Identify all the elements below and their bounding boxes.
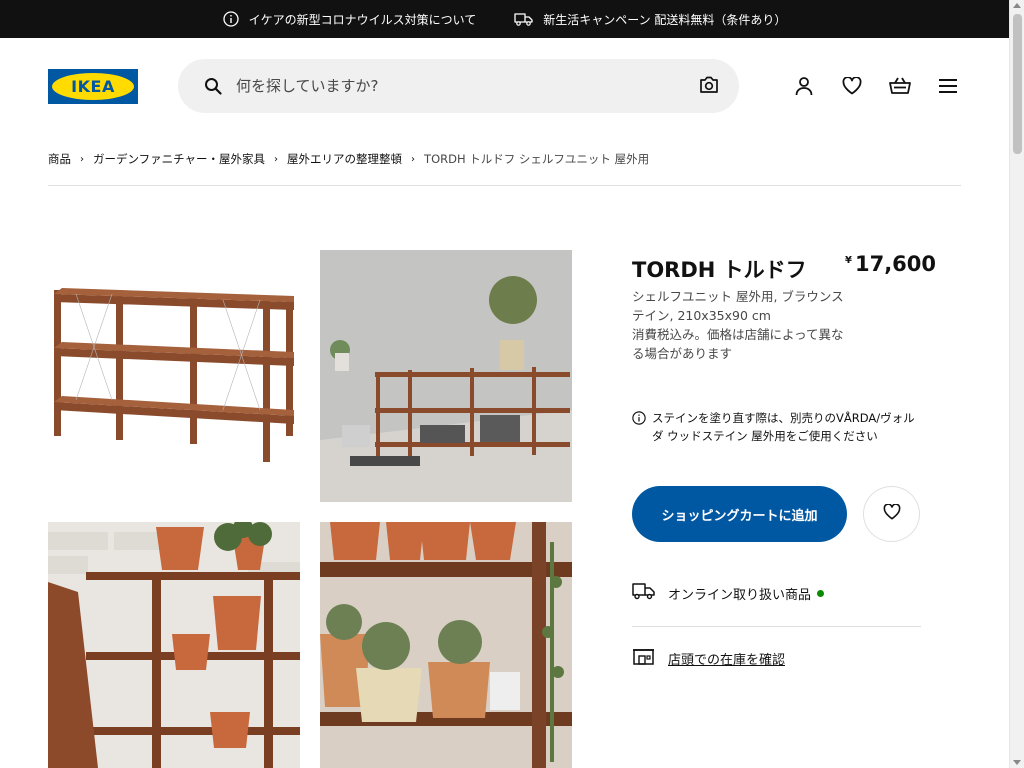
announcement-delivery-text: 新生活キャンペーン 配送料無料（条件あり）: [543, 12, 787, 27]
chevron-right-icon: ›: [80, 153, 84, 165]
ikea-logo[interactable]: IKEA: [48, 69, 138, 104]
scroll-up-arrow[interactable]: [1013, 3, 1021, 8]
price-currency: ¥: [845, 255, 852, 266]
cart-icon[interactable]: [888, 74, 912, 98]
online-availability-text: オンライン取り扱い商品: [668, 587, 812, 603]
announcement-delivery[interactable]: 新生活キャンペーン 配送料無料（条件あり）: [514, 11, 786, 28]
chevron-right-icon: ›: [411, 153, 416, 165]
breadcrumb-item-garden-furniture[interactable]: ガーデンファニチャー・屋外家具: [93, 151, 265, 167]
store-stock-link[interactable]: 店頭での在庫を確認: [668, 649, 785, 668]
scroll-down-arrow[interactable]: [1013, 760, 1021, 765]
breadcrumb-item-outdoor-storage[interactable]: 屋外エリアの整理整頓: [287, 151, 402, 167]
breadcrumb-item-current: TORDH トルドフ シェルフユニット 屋外用: [424, 152, 650, 166]
search-input[interactable]: [236, 73, 676, 99]
breadcrumb: 商品 › ガーデンファニチャー・屋外家具 › 屋外エリアの整理整頓 › TORD…: [48, 151, 649, 167]
scrollbar-thumb[interactable]: [1013, 14, 1022, 154]
page-scrollbar[interactable]: [1009, 0, 1024, 768]
announcement-covid-text: イケアの新型コロナウイルス対策について: [248, 12, 477, 27]
camera-search-icon[interactable]: [699, 76, 719, 98]
heart-icon: [883, 503, 901, 524]
chevron-right-icon: ›: [274, 153, 279, 165]
site-header: IKEA: [48, 58, 960, 114]
delivery-truck-icon: [632, 582, 655, 604]
breadcrumb-divider: [48, 185, 961, 186]
online-availability: オンライン取り扱い商品: [632, 582, 825, 604]
logo-oval: IKEA: [52, 73, 134, 100]
product-name: TORDH トルドフ: [632, 258, 807, 282]
truck-icon: [514, 12, 533, 26]
availability-status-dot: [817, 589, 825, 597]
announcement-bar: イケアの新型コロナウイルス対策について 新生活キャンペーン 配送料無料（条件あり…: [0, 0, 1009, 38]
product-description-block: シェルフユニット 屋外用, ブラウンステイン, 210x35x90 cm 消費税…: [632, 287, 847, 363]
product-image-lifestyle-wall[interactable]: [320, 250, 572, 502]
product-image-cactus[interactable]: [320, 522, 572, 768]
account-icon[interactable]: [792, 74, 816, 98]
product-image-main[interactable]: [48, 250, 300, 502]
info-icon: [632, 411, 646, 445]
wishlist-heart-icon[interactable]: [840, 74, 864, 98]
product-description: シェルフユニット 屋外用, ブラウンステイン, 210x35x90 cm: [632, 289, 844, 323]
add-to-wishlist-button[interactable]: [863, 486, 920, 542]
stain-notice-text: ステインを塗り直す際は、別売りのVÅRDA/ヴォルダ ウッドステイン 屋外用をご…: [652, 411, 915, 443]
store-stock-check[interactable]: 店頭での在庫を確認: [632, 647, 785, 670]
logo-text: IKEA: [71, 77, 115, 96]
stain-notice: ステインを塗り直す際は、別売りのVÅRDA/ヴォルダ ウッドステイン 屋外用をご…: [632, 409, 917, 445]
product-price: ¥ 17,600: [845, 252, 936, 276]
price-value: 17,600: [854, 252, 937, 276]
menu-icon[interactable]: [936, 74, 960, 98]
availability-divider: [632, 626, 921, 627]
store-icon: [632, 647, 655, 670]
breadcrumb-item-products[interactable]: 商品: [48, 151, 71, 167]
tax-note: 消費税込み。価格は店舗によって異なる場合があります: [632, 327, 844, 361]
product-image-pots[interactable]: [48, 522, 300, 768]
info-icon: [222, 11, 239, 27]
search-bar[interactable]: [178, 59, 739, 113]
announcement-covid[interactable]: イケアの新型コロナウイルス対策について: [222, 11, 477, 28]
add-to-cart-button[interactable]: ショッピングカートに追加: [632, 486, 847, 542]
header-icons: [792, 74, 960, 98]
search-icon[interactable]: [204, 77, 222, 99]
